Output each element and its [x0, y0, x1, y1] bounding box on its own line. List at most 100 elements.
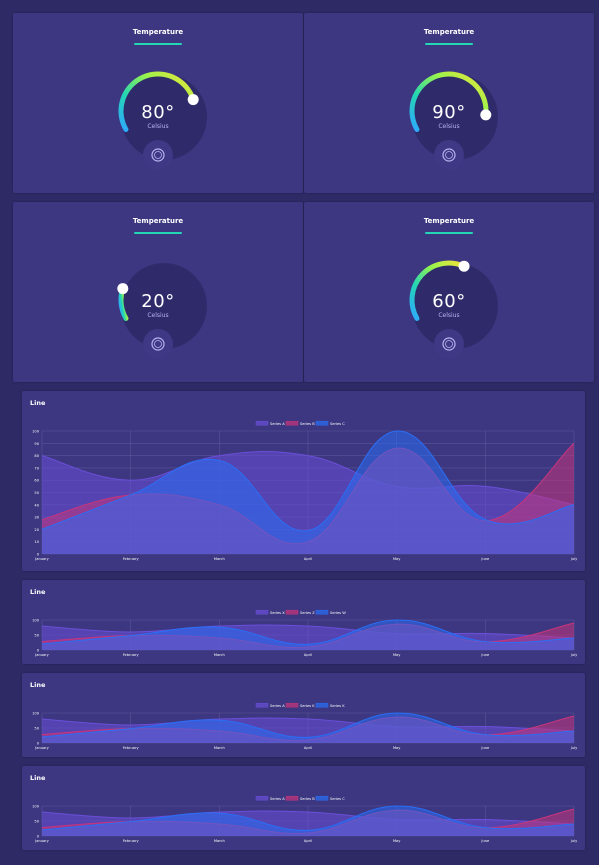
gauge-knob[interactable]	[434, 329, 464, 359]
x-tick-label: June	[480, 746, 490, 750]
x-tick-label: April	[304, 746, 312, 750]
y-tick-label: 30	[34, 516, 39, 520]
x-tick-label: April	[304, 839, 312, 843]
chart-legend: Series X Series Z Series W	[255, 609, 346, 615]
gauge-unit: Celsius	[147, 123, 169, 130]
y-tick-label: 100	[32, 712, 40, 716]
gauge-unit: Celsius	[147, 312, 169, 319]
line-chart-card-4: Line 0 50 100 January February March April May J…	[22, 766, 585, 850]
x-tick-label: May	[393, 653, 401, 657]
y-tick-label: 10	[34, 540, 39, 544]
legend-label: Series Z	[300, 611, 315, 615]
x-tick-label: July	[570, 653, 578, 657]
line-chart: 0 50 100 January February March April May June Ju…	[32, 795, 578, 843]
legend-label: Series B	[300, 797, 315, 801]
legend-label: Series A	[270, 704, 285, 708]
y-tick-label: 0	[37, 649, 40, 653]
y-tick-label: 20	[34, 528, 39, 532]
legend-label: Series K	[330, 704, 345, 708]
legend-label: Series K	[300, 704, 315, 708]
gauge-knob[interactable]	[143, 329, 173, 359]
y-tick-label: 100	[32, 430, 40, 434]
x-tick-label: January	[34, 557, 49, 561]
y-tick-label: 50	[34, 634, 39, 638]
legend-item[interactable]: Series B	[285, 795, 315, 801]
y-tick-label: 100	[32, 805, 40, 809]
x-tick-label: February	[123, 746, 140, 750]
x-tick-label: July	[570, 839, 578, 843]
x-tick-label: March	[214, 653, 225, 657]
legend-item[interactable]: Series A	[255, 702, 285, 708]
x-tick-label: June	[480, 839, 490, 843]
legend-item[interactable]: Series K	[285, 702, 315, 708]
gauge-value: 60°	[432, 291, 466, 312]
gauge-unit: Celsius	[438, 312, 460, 319]
chart-legend: Series A Series B Series C	[255, 420, 345, 426]
gauge-knob[interactable]	[434, 140, 464, 170]
legend-item[interactable]: Series W	[315, 609, 346, 615]
x-tick-label: July	[570, 746, 578, 750]
gauge-value: 90°	[432, 102, 466, 123]
gauge-card-1: Temperature 80° Celsius	[13, 13, 303, 193]
line-chart-card-3: Line 0 50 100 January February March April May J…	[22, 673, 585, 757]
legend-label: Series X	[270, 611, 285, 615]
legend-item[interactable]: Series A	[255, 795, 285, 801]
x-tick-label: February	[123, 839, 140, 843]
chart-legend: Series A Series B Series C	[255, 795, 345, 801]
gauge-knob[interactable]	[143, 140, 173, 170]
legend-item[interactable]: Series B	[285, 420, 315, 426]
gauge-handle[interactable]	[458, 260, 470, 272]
legend-item[interactable]: Series K	[315, 702, 345, 708]
x-tick-label: June	[480, 653, 490, 657]
y-tick-label: 50	[34, 820, 39, 824]
legend-label: Series A	[270, 422, 285, 426]
gauge-card-2: Temperature 90° Celsius	[304, 13, 594, 193]
x-tick-label: January	[34, 653, 49, 657]
y-tick-label: 80	[34, 454, 39, 458]
x-tick-label: February	[123, 653, 140, 657]
y-tick-label: 70	[34, 466, 39, 470]
x-tick-label: May	[393, 557, 401, 561]
gauge-value: 80°	[141, 102, 175, 123]
x-tick-label: March	[214, 746, 225, 750]
x-tick-label: March	[214, 839, 225, 843]
legend-item[interactable]: Series Z	[285, 609, 315, 615]
y-tick-label: 0	[37, 835, 40, 839]
legend-label: Series C	[330, 422, 345, 426]
y-tick-label: 100	[32, 619, 40, 623]
legend-item[interactable]: Series C	[315, 795, 345, 801]
y-tick-label: 0	[37, 742, 40, 746]
line-chart: 0 10 20 30 40 50 60 70 80 90 100 January February Mar…	[32, 420, 578, 561]
line-chart-card-1: Line 0 10 20 30 40 50 60 70 80 90 100 January Februa…	[22, 391, 585, 571]
line-chart: 0 50 100 January February March April May June Ju…	[32, 702, 578, 750]
chart-legend: Series A Series K Series K	[255, 702, 345, 708]
gauge-card-4: Temperature 60° Celsius	[304, 202, 594, 382]
y-tick-label: 0	[37, 553, 40, 557]
x-tick-label: March	[214, 557, 225, 561]
x-tick-label: January	[34, 746, 49, 750]
gauge-unit: Celsius	[438, 123, 460, 130]
x-tick-label: July	[570, 557, 578, 561]
x-tick-label: May	[393, 839, 401, 843]
legend-label: Series B	[300, 422, 315, 426]
x-tick-label: April	[304, 653, 312, 657]
x-tick-label: June	[480, 557, 490, 561]
x-tick-label: January	[34, 839, 49, 843]
legend-label: Series C	[330, 797, 345, 801]
gauge-value: 20°	[141, 291, 175, 312]
y-tick-label: 60	[34, 479, 39, 483]
y-tick-label: 50	[34, 727, 39, 731]
y-tick-label: 50	[34, 491, 39, 495]
gauge-card-3: Temperature 20° Celsius	[13, 202, 303, 382]
x-tick-label: April	[304, 557, 312, 561]
y-tick-label: 90	[34, 442, 39, 446]
legend-item[interactable]: Series C	[315, 420, 345, 426]
legend-item[interactable]: Series X	[255, 609, 285, 615]
x-tick-label: February	[123, 557, 140, 561]
legend-item[interactable]: Series A	[255, 420, 285, 426]
y-tick-label: 40	[34, 503, 39, 507]
line-chart: 0 50 100 January February March April May June Ju…	[32, 609, 578, 657]
line-chart-card-2: Line 0 50 100 January February March April May J…	[22, 580, 585, 664]
legend-label: Series A	[270, 797, 285, 801]
legend-label: Series W	[330, 611, 346, 615]
